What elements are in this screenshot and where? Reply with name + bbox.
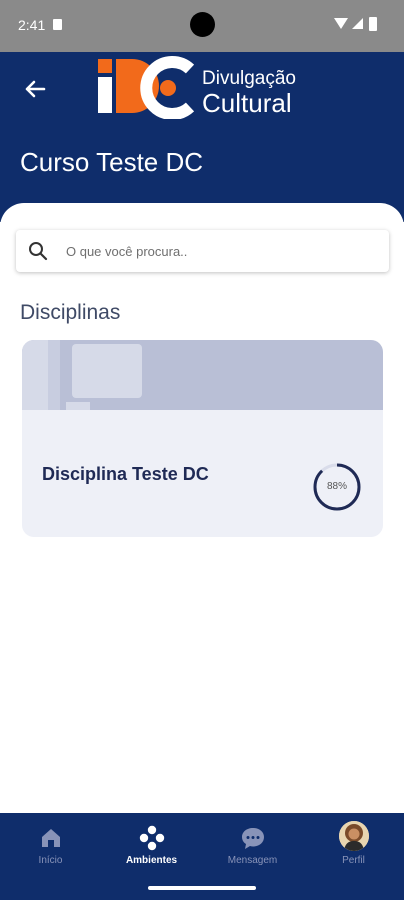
main-content: Disciplinas Disciplina Teste DC 88% — [0, 203, 404, 813]
dc-logo-icon — [98, 56, 195, 120]
camera-cutout — [190, 12, 215, 37]
apps-icon — [139, 825, 164, 851]
discipline-card[interactable]: Disciplina Teste DC 88% — [22, 340, 383, 537]
gesture-handle[interactable] — [148, 886, 256, 890]
section-title: Disciplinas — [20, 301, 121, 324]
nav-item-ambientes[interactable]: Ambientes — [101, 813, 202, 878]
bottom-navigation: Início Ambientes Mensagem Perfil — [0, 813, 404, 878]
card-banner — [22, 340, 383, 410]
signal-icon — [352, 18, 363, 29]
system-gesture-bar — [0, 878, 404, 900]
nav-label: Perfil — [342, 855, 365, 866]
avatar-image — [338, 821, 369, 851]
brand-logo: Divulgação Cultural — [98, 55, 308, 120]
search-icon[interactable] — [28, 241, 48, 261]
nav-label: Início — [38, 855, 63, 866]
back-arrow-icon[interactable] — [20, 74, 50, 104]
nav-item-mensagem[interactable]: Mensagem — [202, 813, 303, 878]
page-title: Curso Teste DC — [20, 147, 204, 177]
logo-text: Divulgação Cultural — [202, 68, 296, 118]
logo-line-2: Cultural — [202, 88, 292, 118]
banner-square — [48, 340, 60, 410]
card-title: Disciplina Teste DC — [42, 464, 209, 484]
wifi-icon — [334, 18, 348, 29]
nav-item-inicio[interactable]: Início — [0, 813, 101, 878]
app-header: Divulgação Cultural Curso Teste DC — [0, 52, 404, 222]
sd-card-icon — [53, 19, 62, 30]
banner-square — [72, 344, 142, 398]
chat-icon — [241, 828, 264, 849]
progress-label: 88% — [326, 481, 347, 492]
nav-label: Ambientes — [125, 855, 178, 866]
nav-item-perfil[interactable]: Perfil — [303, 813, 404, 878]
logo-line-1: Divulgação — [202, 68, 296, 89]
banner-square — [66, 402, 90, 410]
status-time: 2:41 — [18, 17, 46, 33]
banner-square — [22, 340, 48, 410]
search-input[interactable] — [66, 230, 376, 272]
avatar — [338, 821, 369, 851]
nav-label: Mensagem — [227, 855, 278, 866]
status-bar: 2:41 — [0, 0, 404, 52]
home-icon — [41, 829, 60, 847]
battery-icon — [369, 17, 377, 31]
search-bar[interactable] — [16, 230, 389, 272]
